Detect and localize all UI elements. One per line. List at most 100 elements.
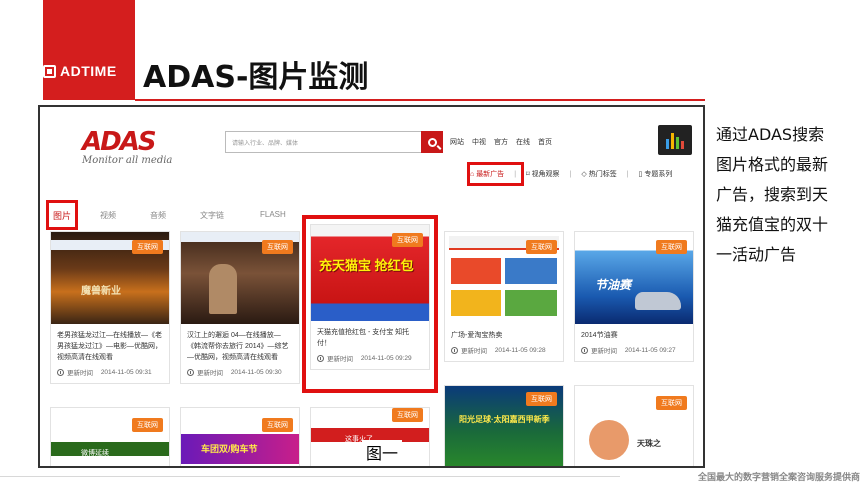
subnav-label: 专题系列 [644, 171, 673, 178]
ad-card[interactable]: 互联网 车团双/购车节 [180, 407, 300, 466]
ad-thumbnail[interactable]: 互联网 [181, 232, 299, 324]
new-ads-highlight [467, 162, 524, 186]
card-caption[interactable]: 老男孩猛龙过江—在线播放—《老男孩猛龙过江》—电影—优酷网，视频高清在线观看 [51, 324, 169, 363]
divider: | [626, 170, 629, 178]
brand-name: ADTIME [60, 63, 117, 79]
ad-banner[interactable]: 互联网 阳光足球·太阳嘉西甲新季 [445, 386, 563, 466]
thumb-text: 微博延续 [81, 450, 109, 457]
tab-audio[interactable]: 音频 [150, 210, 166, 221]
thumb-block [505, 258, 557, 284]
card-caption[interactable]: 汉江上的邂逅 04—在线播放—《韩流帮你去旅行 2014》—综艺—优酷网，视频高… [181, 324, 299, 363]
clock-icon [581, 346, 588, 354]
ad-thumbnail[interactable]: 互联网 [445, 232, 563, 324]
tab-images[interactable]: 图片 [46, 200, 78, 230]
ad-banner[interactable]: 微博延续 [51, 442, 169, 457]
time-value: 2014-11-05 09:30 [230, 368, 282, 376]
time-label: 更新时间 [67, 370, 93, 377]
footer-divider [0, 476, 620, 477]
time-value: 2014-11-05 09:27 [624, 346, 676, 354]
title-underline [135, 99, 705, 101]
time-label: 更新时间 [591, 348, 617, 355]
top-link[interactable]: 首页 [538, 137, 552, 147]
ad-card[interactable]: 互联网 魔兽新业 老男孩猛龙过江—在线播放—《老男孩猛龙过江》—电影—优酷网，视… [50, 231, 170, 384]
category-badge: 互联网 [262, 240, 293, 254]
subnav-view[interactable]: ⌑ 视角观察 [526, 169, 560, 179]
ad-card[interactable]: 互联网 节油赛 2014节油赛 更新时间 2014-11-05 09:27 [574, 231, 694, 362]
thumb-text: 节油赛 [595, 278, 632, 292]
chart-bar [681, 141, 684, 149]
chart-bar [666, 139, 669, 149]
thumb-text: 阳光足球·太阳嘉西甲新季 [459, 415, 550, 424]
category-badge: 互联网 [262, 418, 293, 432]
subnav-label: 热门标签 [588, 171, 617, 178]
product-image [589, 420, 629, 460]
card-time: 更新时间 2014-11-05 09:28 [445, 341, 563, 361]
ad-card[interactable]: 互联网 微博延续 [50, 407, 170, 466]
ad-card[interactable]: 互联网 天珠之 [574, 385, 694, 466]
figure-label: 图一 [362, 440, 403, 464]
ad-card[interactable]: 互联网 汉江上的邂逅 04—在线播放—《韩流帮你去旅行 2014》—综艺—优酷网… [180, 231, 300, 384]
site-logo-mark: ADAS [82, 127, 157, 157]
thumb-text: 车团双/购车节 [201, 444, 258, 454]
thumb-block [451, 290, 501, 316]
time-value: 2014-11-05 09:31 [100, 368, 152, 376]
divider: | [569, 170, 572, 178]
time-value: 2014-11-05 09:28 [494, 346, 546, 354]
category-badge: 互联网 [132, 418, 163, 432]
ad-thumbnail[interactable]: 互联网 魔兽新业 [51, 232, 169, 324]
clock-icon [57, 368, 64, 376]
bar-chart-icon[interactable] [658, 125, 692, 155]
thumb-block [451, 258, 501, 284]
category-badge: 互联网 [656, 396, 687, 410]
tab-textlink[interactable]: 文字链 [200, 210, 224, 221]
time-label: 更新时间 [461, 348, 487, 355]
top-link[interactable]: 中视 [472, 137, 486, 147]
card-time: 更新时间 2014-11-05 09:27 [575, 341, 693, 361]
category-badge: 互联网 [392, 408, 423, 422]
chart-bar [671, 133, 674, 149]
thumb-text: 天珠之 [637, 439, 661, 448]
top-link[interactable]: 在线 [516, 137, 530, 147]
search-input[interactable]: 请输入行业、品牌、媒体 [225, 131, 443, 153]
adtime-logo: ADTIME [43, 56, 117, 86]
clock-icon [451, 346, 458, 354]
category-badge: 互联网 [526, 392, 557, 406]
side-description: 通过ADAS搜索图片格式的最新广告，搜索到天猫充值宝的双十一活动广告 [716, 125, 829, 264]
footer-slogan: 全国最大的数字营销全案咨询服务提供商 [697, 472, 860, 482]
slide-title: ADAS-图片监测 [143, 60, 369, 95]
category-badge: 互联网 [132, 240, 163, 254]
tmall-highlight-box [302, 215, 438, 393]
tab-video[interactable]: 视频 [100, 210, 116, 221]
search-button[interactable] [421, 131, 443, 153]
card-time: 更新时间 2014-11-05 09:31 [51, 363, 169, 383]
ad-card[interactable]: 互联网 阳光足球·太阳嘉西甲新季 [444, 385, 564, 466]
subnav-label: 视角观察 [531, 171, 560, 178]
subnav-topics[interactable]: ▯ 专题系列 [639, 169, 673, 179]
person-silhouette [209, 264, 237, 314]
screenshot-panel: ADAS Monitor all media 请输入行业、品牌、媒体 网站 中视… [38, 105, 705, 468]
ad-thumbnail[interactable]: 互联网 节油赛 [575, 232, 693, 324]
top-link[interactable]: 网站 [450, 137, 464, 147]
time-label: 更新时间 [197, 370, 223, 377]
category-badge: 互联网 [656, 240, 687, 254]
ad-card[interactable]: 互联网 广场-爱淘宝热卖 更新时间 2014-11-05 09:28 [444, 231, 564, 362]
logo-square-icon [43, 64, 56, 78]
top-links: 网站 中视 官方 在线 首页 [450, 137, 552, 147]
site-logo[interactable]: ADAS Monitor all media [82, 127, 172, 166]
chart-bar [676, 137, 679, 149]
category-badge: 互联网 [526, 240, 557, 254]
car-shape [635, 292, 681, 310]
subnav-tags[interactable]: ◇ 热门标签 [581, 169, 616, 179]
search-icon [427, 137, 437, 147]
card-caption[interactable]: 广场-爱淘宝热卖 [445, 324, 563, 341]
tab-flash[interactable]: FLASH [260, 210, 286, 219]
ad-banner[interactable]: 互联网 天珠之 [575, 386, 693, 466]
card-caption[interactable]: 2014节油赛 [575, 324, 693, 341]
clock-icon [187, 368, 194, 376]
card-time: 更新时间 2014-11-05 09:30 [181, 363, 299, 383]
thumb-text: 魔兽新业 [81, 286, 121, 297]
ad-banner[interactable]: 车团双/购车节 [181, 434, 299, 464]
top-link[interactable]: 官方 [494, 137, 508, 147]
thumb-block [505, 290, 557, 316]
site-logo-tagline: Monitor all media [82, 155, 173, 166]
